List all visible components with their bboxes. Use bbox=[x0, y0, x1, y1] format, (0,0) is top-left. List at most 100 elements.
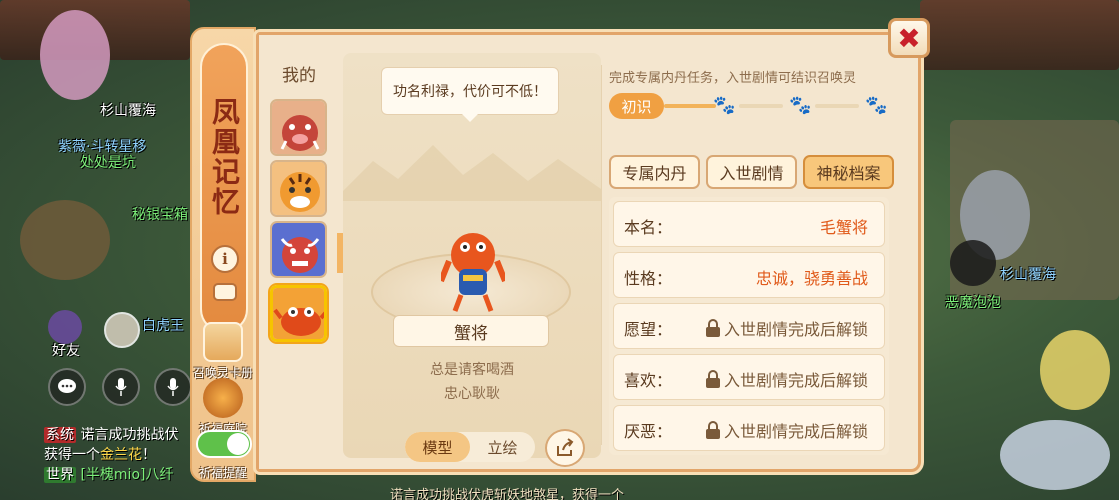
voice-button[interactable] bbox=[102, 368, 140, 406]
archive-row: 性格： 忠诚，骁勇善战 bbox=[613, 252, 885, 298]
player-avatar[interactable] bbox=[104, 312, 140, 348]
memory-title: 凤凰记忆 bbox=[208, 97, 241, 217]
pet-trait-line: 总是请客喝酒 bbox=[430, 362, 514, 378]
row-value: 入世剧情完成后解锁 bbox=[723, 371, 868, 390]
tiger-portrait-icon bbox=[272, 162, 325, 215]
ox-demon-portrait-icon bbox=[272, 223, 325, 276]
row-locked: 入世剧情完成后解锁 bbox=[705, 367, 868, 391]
pet-card-boar[interactable] bbox=[270, 99, 327, 156]
archive-row: 喜欢： 入世剧情完成后解锁 bbox=[613, 354, 885, 400]
npc-sprite bbox=[1000, 420, 1110, 490]
pet-list-title: 我的 bbox=[282, 66, 316, 86]
world-label: 秘银宝箱 bbox=[132, 207, 188, 223]
pet-model-area: 功名利禄，代价可不低！ 蟹将 总是请客喝酒 忠心耿耿 模型 立绘 bbox=[343, 53, 601, 467]
chat-text: 获得一个 bbox=[44, 447, 100, 463]
archive-row: 愿望： 入世剧情完成后解锁 bbox=[613, 303, 885, 349]
close-button[interactable]: ✖ bbox=[888, 18, 930, 58]
npc-sprite bbox=[40, 10, 110, 100]
row-locked: 入世剧情完成后解锁 bbox=[705, 418, 868, 442]
row-value: 毛蟹将 bbox=[819, 218, 868, 237]
tab-mystery-archive[interactable]: 神秘档案 bbox=[803, 155, 894, 189]
row-value: 入世剧情完成后解锁 bbox=[723, 422, 868, 441]
card-book-button[interactable]: 召唤灵卡册 bbox=[192, 322, 254, 381]
info-icon[interactable]: i bbox=[211, 245, 239, 273]
cart-sprite bbox=[20, 200, 110, 280]
pet-list: 我的 bbox=[259, 35, 339, 469]
view-mode-art[interactable]: 立绘 bbox=[470, 432, 535, 462]
lock-icon bbox=[705, 370, 721, 388]
world-label: 杉山覆海 bbox=[100, 103, 156, 119]
pet-card-ox-demon[interactable] bbox=[270, 221, 327, 278]
tab-story[interactable]: 入世剧情 bbox=[706, 155, 797, 189]
chat-text: ！ bbox=[142, 447, 156, 463]
row-label: 喜欢： bbox=[624, 371, 673, 390]
paw-icon: 🐾 bbox=[713, 95, 736, 116]
view-mode-model[interactable]: 模型 bbox=[405, 432, 470, 462]
bond-progress: 初识 🐾 🐾 🐾 bbox=[609, 93, 889, 119]
prayer-garden-button[interactable]: 祈福庭院 bbox=[192, 378, 254, 437]
badge-icon bbox=[213, 283, 237, 301]
pet-info-column: 完成专属内丹任务，入世剧情可结识召唤灵 初识 🐾 🐾 🐾 专属内丹 入世剧情 神… bbox=[609, 53, 894, 455]
row-value: 忠诚，骁勇善战 bbox=[755, 269, 868, 288]
pet-card-tiger[interactable] bbox=[270, 160, 327, 217]
close-icon: ✖ bbox=[897, 21, 921, 55]
toggle-knob bbox=[227, 433, 249, 455]
pet-name-plate: 蟹将 bbox=[393, 315, 549, 347]
progress-track bbox=[739, 104, 783, 108]
chat-text: [半槐mio]八纤 bbox=[80, 467, 174, 483]
chat-line[interactable]: 获得一个金兰花！ bbox=[44, 444, 156, 464]
roof-decoration bbox=[920, 0, 1119, 70]
progress-fill bbox=[664, 104, 716, 108]
paw-icon: 🐾 bbox=[865, 95, 888, 116]
row-label: 厌恶： bbox=[624, 422, 673, 441]
lock-icon bbox=[705, 319, 721, 337]
panel-divider bbox=[601, 65, 602, 445]
bond-stage-badge: 初识 bbox=[609, 93, 664, 119]
mountain-backdrop bbox=[343, 145, 601, 201]
progress-track bbox=[815, 104, 859, 108]
npc-sprite bbox=[1040, 330, 1110, 410]
prayer-remind-label: 祈福提醒 bbox=[198, 466, 247, 480]
world-label: 处处是坑 bbox=[80, 155, 136, 171]
row-locked: 入世剧情完成后解锁 bbox=[705, 316, 868, 340]
row-label: 愿望： bbox=[624, 320, 673, 339]
voice-button-2[interactable] bbox=[154, 368, 192, 406]
share-button[interactable] bbox=[545, 429, 585, 467]
friend-avatar[interactable] bbox=[48, 310, 82, 344]
npc-sprite bbox=[950, 240, 996, 286]
archive-rows: 本名： 毛蟹将 性格： 忠诚，骁勇善战 愿望： 入世剧情完成后解锁 喜欢： 入世… bbox=[609, 197, 889, 455]
lock-icon bbox=[705, 421, 721, 439]
archive-row: 本名： 毛蟹将 bbox=[613, 201, 885, 247]
tab-exclusive-core[interactable]: 专属内丹 bbox=[609, 155, 700, 189]
archive-tabs: 专属内丹 入世剧情 神秘档案 bbox=[609, 155, 894, 189]
chat-item: 金兰花 bbox=[100, 447, 142, 463]
row-label: 本名： bbox=[624, 218, 673, 237]
chat-bubble-button[interactable] bbox=[48, 368, 86, 406]
prayer-garden-icon bbox=[203, 378, 243, 418]
world-label: 恶魔泡泡 bbox=[945, 295, 1001, 311]
system-ticker: 诺言成功挑战伏虎斩妖地煞星，获得一个 bbox=[390, 488, 625, 500]
task-hint: 完成专属内丹任务，入世剧情可结识召唤灵 bbox=[609, 71, 857, 86]
prayer-remind-toggle[interactable] bbox=[196, 430, 252, 458]
crab-portrait-icon bbox=[273, 288, 324, 339]
row-value: 入世剧情完成后解锁 bbox=[723, 320, 868, 339]
card-book-icon bbox=[203, 322, 243, 362]
archive-row: 厌恶： 入世剧情完成后解锁 bbox=[613, 405, 885, 451]
chat-line[interactable]: 系统 诺言成功挑战伏 bbox=[44, 424, 178, 444]
pet-trait-line: 忠心耿耿 bbox=[444, 386, 500, 402]
boar-portrait-icon bbox=[272, 101, 325, 154]
crab-general-model-icon[interactable] bbox=[441, 221, 505, 313]
share-icon bbox=[557, 438, 574, 456]
speech-bubble: 功名利禄，代价可不低！ bbox=[381, 67, 559, 122]
row-label: 性格： bbox=[624, 269, 673, 288]
microphone-icon bbox=[167, 378, 179, 396]
memory-banner[interactable]: 凤凰记忆 i bbox=[200, 43, 248, 333]
chat-line[interactable]: 世界 [半槐mio]八纤 bbox=[44, 464, 173, 484]
pet-card-crab-general[interactable] bbox=[270, 285, 327, 342]
chat-text: 诺言成功挑战伏 bbox=[80, 427, 179, 443]
chat-bubble-icon bbox=[58, 379, 76, 393]
world-label: 杉山覆海 bbox=[1000, 267, 1056, 283]
paw-icon: 🐾 bbox=[789, 95, 812, 116]
view-mode-switch: 模型 立绘 bbox=[405, 432, 535, 462]
chat-tag-system: 系统 bbox=[44, 427, 76, 443]
